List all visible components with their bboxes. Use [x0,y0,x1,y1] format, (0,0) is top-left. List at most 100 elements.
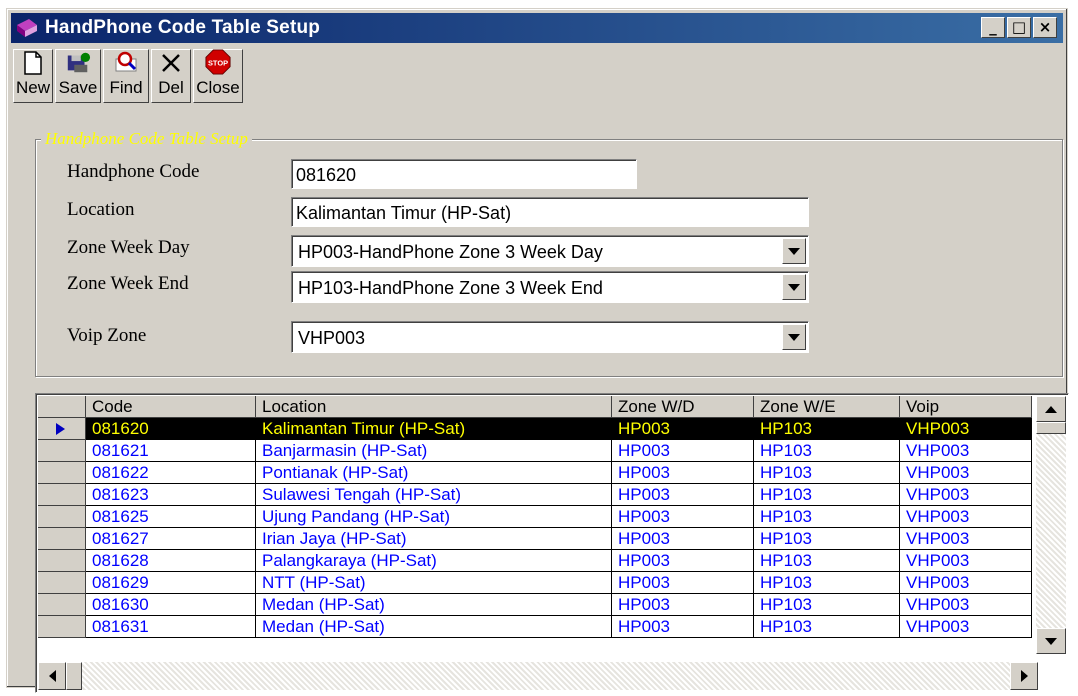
cell-zone-we[interactable]: HP103 [754,440,900,462]
minimize-button[interactable]: _ [981,17,1005,38]
new-button[interactable]: New [13,49,53,103]
row-indicator[interactable] [38,528,86,550]
cell-zone-wd[interactable]: HP003 [612,572,754,594]
horizontal-scrollbar[interactable] [38,662,1038,690]
cell-zone-we[interactable]: HP103 [754,616,900,638]
scroll-right-button[interactable] [1010,662,1038,690]
cell-zone-we[interactable]: HP103 [754,572,900,594]
column-header-code[interactable]: Code [86,396,256,418]
cell-location[interactable]: Banjarmasin (HP-Sat) [256,440,612,462]
cell-code[interactable]: 081631 [86,616,256,638]
cell-location[interactable]: Medan (HP-Sat) [256,594,612,616]
zone-week-end-select[interactable]: HP103-HandPhone Zone 3 Week End [291,271,809,303]
maximize-button[interactable]: □ [1007,17,1031,38]
column-header-voip[interactable]: Voip [900,396,1032,418]
cell-code[interactable]: 081630 [86,594,256,616]
cell-zone-wd[interactable]: HP003 [612,484,754,506]
cell-zone-wd[interactable]: HP003 [612,418,754,440]
cell-location[interactable]: Palangkaraya (HP-Sat) [256,550,612,572]
table-row[interactable]: 081622 Pontianak (HP-Sat) HP003 HP103 VHP003 [38,462,1032,484]
vertical-scrollbar[interactable] [1036,396,1066,654]
cell-voip[interactable]: VHP003 [900,418,1032,440]
cell-location[interactable]: Medan (HP-Sat) [256,616,612,638]
zone-week-day-select[interactable]: HP003-HandPhone Zone 3 Week Day [291,235,809,267]
row-indicator[interactable] [38,550,86,572]
cell-location[interactable]: Ujung Pandang (HP-Sat) [256,506,612,528]
zone-week-end-dropdown-button[interactable] [782,274,806,300]
cell-voip[interactable]: VHP003 [900,594,1032,616]
cell-voip[interactable]: VHP003 [900,528,1032,550]
cell-zone-we[interactable]: HP103 [754,594,900,616]
row-indicator[interactable] [38,462,86,484]
voip-zone-select[interactable]: VHP003 [291,321,809,353]
row-indicator[interactable] [38,572,86,594]
location-field[interactable]: Kalimantan Timur (HP-Sat) [291,197,809,227]
cell-zone-we[interactable]: HP103 [754,506,900,528]
delete-button[interactable]: Del [151,49,191,103]
cell-voip[interactable]: VHP003 [900,550,1032,572]
cell-location[interactable]: Sulawesi Tengah (HP-Sat) [256,484,612,506]
scroll-left-button[interactable] [38,662,66,690]
column-header-zone-we[interactable]: Zone W/E [754,396,900,418]
row-indicator[interactable] [38,594,86,616]
cell-zone-wd[interactable]: HP003 [612,550,754,572]
table-row[interactable]: 081620 Kalimantan Timur (HP-Sat) HP003 HP10… [38,418,1032,440]
vertical-scroll-thumb[interactable] [1036,422,1066,434]
table-row[interactable]: 081623 Sulawesi Tengah (HP-Sat) HP003 HP103… [38,484,1032,506]
cell-zone-we[interactable]: HP103 [754,418,900,440]
save-button[interactable]: Save [55,49,101,103]
cell-code[interactable]: 081627 [86,528,256,550]
table-row[interactable]: 081628 Palangkaraya (HP-Sat) HP003 HP103 VHP… [38,550,1032,572]
cell-code[interactable]: 081625 [86,506,256,528]
cell-code[interactable]: 081621 [86,440,256,462]
cell-code[interactable]: 081628 [86,550,256,572]
cell-zone-we[interactable]: HP103 [754,462,900,484]
table-row[interactable]: 081631 Medan (HP-Sat) HP003 HP103 VHP003 [38,616,1032,638]
cell-code[interactable]: 081622 [86,462,256,484]
row-indicator[interactable] [38,616,86,638]
cell-location[interactable]: Kalimantan Timur (HP-Sat) [256,418,612,440]
table-row[interactable]: 081627 Irian Jaya (HP-Sat) HP003 HP103 VHP00… [38,528,1032,550]
cell-voip[interactable]: VHP003 [900,440,1032,462]
scroll-down-button[interactable] [1036,628,1066,654]
find-button[interactable]: Find [103,49,149,103]
cell-voip[interactable]: VHP003 [900,572,1032,594]
cell-code[interactable]: 081629 [86,572,256,594]
row-indicator[interactable] [38,418,86,440]
cell-location[interactable]: Pontianak (HP-Sat) [256,462,612,484]
cell-location[interactable]: NTT (HP-Sat) [256,572,612,594]
cell-zone-wd[interactable]: HP003 [612,616,754,638]
cell-zone-we[interactable]: HP103 [754,528,900,550]
cell-code[interactable]: 081620 [86,418,256,440]
scroll-up-button[interactable] [1036,396,1066,422]
cell-zone-we[interactable]: HP103 [754,550,900,572]
cell-zone-we[interactable]: HP103 [754,484,900,506]
cell-location[interactable]: Irian Jaya (HP-Sat) [256,528,612,550]
row-indicator[interactable] [38,506,86,528]
close-button[interactable]: STOP Close [193,49,243,103]
column-header-location[interactable]: Location [256,396,612,418]
column-header-zone-wd[interactable]: Zone W/D [612,396,754,418]
close-window-button[interactable]: × [1033,17,1057,38]
cell-zone-wd[interactable]: HP003 [612,506,754,528]
title-bar[interactable]: HandPhone Code Table Setup _ □ × [11,13,1063,43]
zone-week-day-dropdown-button[interactable] [782,238,806,264]
cell-voip[interactable]: VHP003 [900,506,1032,528]
table-row[interactable]: 081630 Medan (HP-Sat) HP003 HP103 VHP003 [38,594,1032,616]
horizontal-scroll-thumb[interactable] [66,662,82,690]
table-row[interactable]: 081629 NTT (HP-Sat) HP003 HP103 VHP003 [38,572,1032,594]
voip-zone-dropdown-button[interactable] [782,324,806,350]
row-indicator[interactable] [38,440,86,462]
cell-code[interactable]: 081623 [86,484,256,506]
handphone-code-field[interactable]: 081620 [291,159,637,189]
cell-zone-wd[interactable]: HP003 [612,594,754,616]
table-row[interactable]: 081621 Banjarmasin (HP-Sat) HP003 HP103 VHP0… [38,440,1032,462]
row-indicator[interactable] [38,484,86,506]
cell-zone-wd[interactable]: HP003 [612,440,754,462]
cell-voip[interactable]: VHP003 [900,616,1032,638]
cell-zone-wd[interactable]: HP003 [612,528,754,550]
cell-voip[interactable]: VHP003 [900,484,1032,506]
cell-zone-wd[interactable]: HP003 [612,462,754,484]
cell-voip[interactable]: VHP003 [900,462,1032,484]
table-row[interactable]: 081625 Ujung Pandang (HP-Sat) HP003 HP103 VH… [38,506,1032,528]
